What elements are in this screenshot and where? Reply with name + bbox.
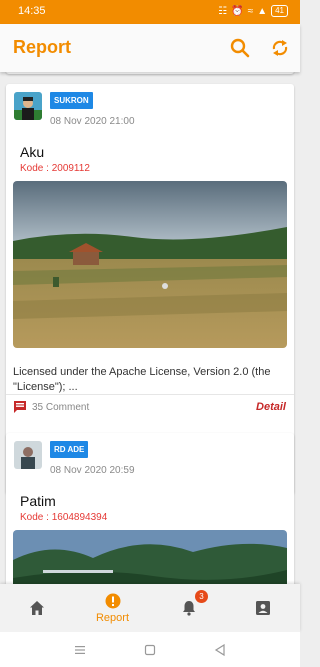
comment-icon[interactable] [13,400,27,414]
nav-report-label: Report [95,612,130,624]
username-badge: RD ADE [50,441,89,458]
post-photo[interactable] [13,181,287,348]
card-divider [6,394,294,395]
home-square-icon[interactable] [142,642,158,658]
alarm-icon: ⏰ [231,5,244,17]
status-time: 14:35 [18,5,46,17]
notification-badge: 3 [195,590,208,603]
refresh-icon[interactable] [268,36,292,60]
post-date: 08 Nov 2020 20:59 [50,465,135,476]
avatar [14,441,42,469]
report-card-previous[interactable] [6,72,294,74]
nav-notifications[interactable]: 3 [150,584,225,632]
nav-home[interactable] [0,584,75,632]
username-badge: SUKRON [50,92,93,109]
system-nav-bar [0,632,300,667]
report-icon [105,593,121,609]
post-code: Kode : 2009112 [20,163,90,174]
menu-icon[interactable] [72,642,88,658]
search-icon[interactable] [228,36,252,60]
bell-icon [183,601,195,616]
bottom-nav: Report 3 [0,584,300,632]
status-bar: 14:35 ☷ ⏰ ≈ ▲ 41 [0,0,300,24]
nav-report[interactable]: Report [75,584,150,632]
nav-account[interactable] [225,584,300,632]
post-title: Patim [20,493,56,509]
notification-icon: ☷ [218,5,228,17]
post-code: Kode : 1604894394 [20,512,108,523]
post-photo[interactable] [13,530,287,584]
avatar [14,92,42,120]
signal-icon: ▲ [257,5,268,17]
wifi-icon: ≈ [247,5,254,17]
account-box-icon [256,601,270,615]
post-title: Aku [20,144,45,160]
post-description: Licensed under the Apache License, Versi… [13,366,271,393]
page-title: Report [13,37,71,57]
app-bar: Report [0,24,300,72]
post-date: 08 Nov 2020 21:00 [50,116,135,127]
home-icon [30,601,44,615]
detail-link[interactable]: Detail [256,401,286,413]
battery-icon: 41 [271,5,288,17]
status-icons: ☷ ⏰ ≈ ▲ 41 [218,5,288,17]
report-list[interactable]: SUKRON 08 Nov 2020 21:00 Aku Kode : 2009… [0,72,300,584]
report-card[interactable]: RD ADE 08 Nov 2020 20:59 Patim Kode : 16… [6,433,294,584]
back-icon[interactable] [212,642,228,658]
comment-count[interactable]: 35 Comment [32,402,89,413]
